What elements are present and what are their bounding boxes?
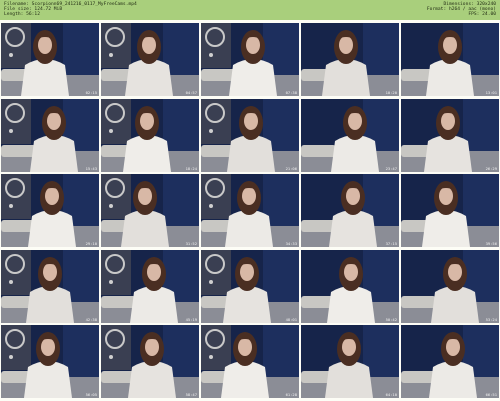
- video-thumbnail[interactable]: 42:38: [1, 249, 99, 323]
- video-thumbnail[interactable]: 13:01: [401, 23, 499, 96]
- frame-image: [301, 98, 399, 172]
- timestamp-label: 10:20: [385, 90, 397, 95]
- video-thumbnail[interactable]: 50:42: [301, 249, 399, 323]
- timestamp-label: 39:56: [485, 241, 497, 246]
- frame-image: [101, 325, 199, 398]
- timestamp-label: 45:19: [185, 316, 197, 322]
- timestamp-label: 07:38: [285, 90, 297, 95]
- video-thumbnail[interactable]: 39:56: [401, 174, 499, 247]
- timestamp-label: 04:57: [185, 90, 197, 95]
- timestamp-label: 23:47: [385, 165, 397, 171]
- timestamp-label: 48:01: [285, 316, 297, 322]
- timestamp-label: 58:47: [185, 392, 197, 397]
- frame-image: [301, 325, 399, 398]
- frame-image: [301, 174, 399, 247]
- video-thumbnail[interactable]: 02:15: [1, 23, 99, 96]
- frame-image: [201, 23, 299, 96]
- frame-image: [401, 325, 499, 398]
- video-thumbnail[interactable]: 53:24: [401, 249, 499, 323]
- timestamp-label: 56:05: [85, 392, 97, 397]
- timestamp-label: 29:10: [85, 241, 97, 246]
- frame-image: [201, 98, 299, 172]
- timestamp-label: 34:33: [285, 241, 297, 246]
- frame-image: [201, 174, 299, 247]
- frame-image: [201, 249, 299, 323]
- timestamp-label: 66:51: [485, 392, 497, 397]
- video-thumbnail[interactable]: 34:33: [201, 174, 299, 247]
- timestamp-label: 13:01: [485, 90, 497, 95]
- frame-image: [101, 23, 199, 96]
- timestamp-label: 15:43: [85, 165, 97, 171]
- timestamp-label: 18:24: [185, 165, 197, 171]
- timestamp-label: 31:52: [185, 241, 197, 246]
- video-thumbnail[interactable]: 07:38: [201, 23, 299, 96]
- frame-image: [401, 98, 499, 172]
- frame-image: [401, 23, 499, 96]
- frame-image: [301, 249, 399, 323]
- video-thumbnail[interactable]: 18:24: [101, 98, 199, 172]
- video-thumbnail[interactable]: 15:43: [1, 98, 99, 172]
- video-thumbnail[interactable]: 61:28: [201, 325, 299, 398]
- video-thumbnail[interactable]: 29:10: [1, 174, 99, 247]
- frame-image: [301, 23, 399, 96]
- video-thumbnail[interactable]: 31:52: [101, 174, 199, 247]
- timestamp-label: 50:42: [385, 316, 397, 322]
- timestamp-label: 02:15: [85, 90, 97, 95]
- thumbnail-grid: 02:15 04:57 07:38 10:20 13:01 15:43 18:24 21:06…: [0, 23, 500, 401]
- timestamp-label: 37:15: [385, 241, 397, 246]
- frame-image: [1, 249, 99, 323]
- frame-image: [1, 23, 99, 96]
- timestamp-label: 53:24: [485, 316, 497, 322]
- frame-image: [401, 174, 499, 247]
- frame-image: [101, 98, 199, 172]
- video-thumbnail[interactable]: 45:19: [101, 249, 199, 323]
- info-header: Filename: Scorpionn69_241216_0117_MyFree…: [0, 0, 500, 20]
- info-left: Filename: Scorpionn69_241216_0117_MyFree…: [4, 2, 137, 18]
- timestamp-label: 21:06: [285, 165, 297, 171]
- video-thumbnail[interactable]: 64:10: [301, 325, 399, 398]
- video-thumbnail[interactable]: 56:05: [1, 325, 99, 398]
- video-thumbnail[interactable]: 48:01: [201, 249, 299, 323]
- timestamp-label: 64:10: [385, 392, 397, 397]
- frame-image: [201, 325, 299, 398]
- length-label: Length: 56:12: [4, 12, 40, 18]
- video-thumbnail[interactable]: 37:15: [301, 174, 399, 247]
- frame-image: [401, 249, 499, 323]
- video-thumbnail[interactable]: 23:47: [301, 98, 399, 172]
- video-thumbnail[interactable]: 21:06: [201, 98, 299, 172]
- video-thumbnail[interactable]: 58:47: [101, 325, 199, 398]
- frame-image: [1, 98, 99, 172]
- video-thumbnail[interactable]: 04:57: [101, 23, 199, 96]
- frame-image: [101, 174, 199, 247]
- video-thumbnail[interactable]: 66:51: [401, 325, 499, 398]
- frame-image: [101, 249, 199, 323]
- frame-image: [1, 174, 99, 247]
- video-thumbnail[interactable]: 10:20: [301, 23, 399, 96]
- timestamp-label: 61:28: [285, 392, 297, 397]
- fps-label: FPS: 24.00: [468, 12, 496, 18]
- info-right: Dimensions: 320x240 Format: h264 / aac (…: [427, 2, 496, 18]
- frame-image: [1, 325, 99, 398]
- video-thumbnail[interactable]: 26:29: [401, 98, 499, 172]
- timestamp-label: 42:38: [85, 316, 97, 322]
- timestamp-label: 26:29: [485, 165, 497, 171]
